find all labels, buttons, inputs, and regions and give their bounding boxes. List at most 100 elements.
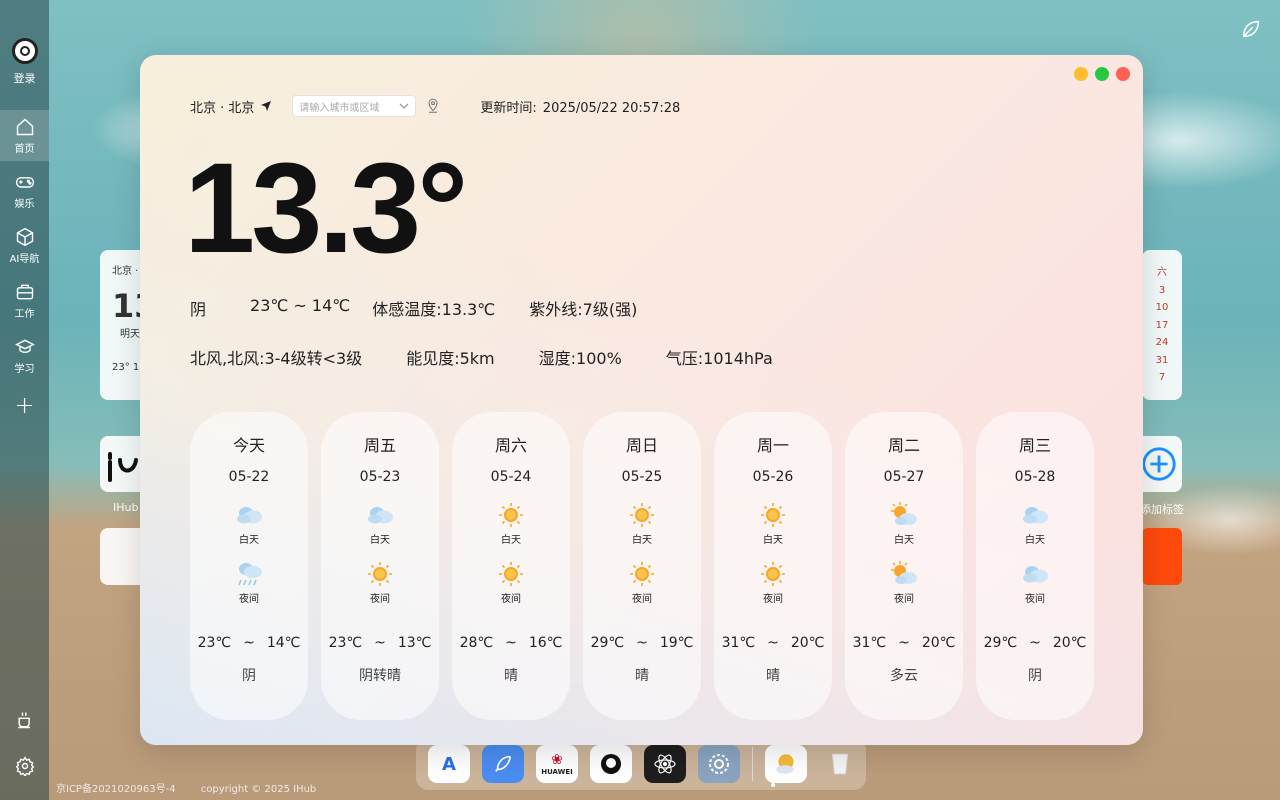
coffee-icon[interactable]: [15, 710, 35, 730]
forecast-card[interactable]: 周一 05-26 白天 夜间 31℃ ~20℃ 晴: [714, 412, 832, 720]
feather-icon: [495, 755, 512, 772]
forecast-low: 14℃: [266, 635, 301, 651]
graduation-cap-icon: [14, 339, 35, 353]
sun-icon: [364, 560, 396, 588]
sidebar-item-home[interactable]: 首页: [0, 110, 49, 161]
calendar-day: 7: [1158, 372, 1166, 383]
forecast-date: 05-23: [359, 469, 401, 485]
night-label: 夜间: [1025, 594, 1045, 605]
close-button[interactable]: [1116, 67, 1130, 81]
app-logo[interactable]: [11, 38, 38, 64]
atom-icon: [654, 754, 676, 774]
minimize-button[interactable]: [1074, 67, 1088, 81]
forecast-low: 20℃: [921, 635, 956, 651]
forecast-card[interactable]: 今天 05-22 白天 夜间 23℃ ~14℃ 阴: [190, 412, 308, 720]
forecast-sep: ~: [243, 635, 255, 651]
cup-app-icon[interactable]: [819, 745, 861, 783]
forecast-desc: 晴: [504, 668, 518, 684]
update-time: 更新时间: 2025/05/22 20:57:28: [480, 97, 680, 116]
day-label: 白天: [894, 535, 914, 546]
feels-like: 体感温度:13.3℃: [372, 300, 496, 319]
gear-icon[interactable]: [15, 756, 35, 776]
day-label: 白天: [239, 535, 259, 546]
city-search-placeholder: 请输入城市或区域: [299, 102, 380, 114]
sidebar-item-label: 工作: [14, 309, 35, 320]
forecast-desc: 阴转晴: [359, 668, 401, 684]
forecast-high: 29℃: [983, 635, 1018, 651]
night-label: 夜间: [763, 594, 783, 605]
forecast-range: 23℃ ~14℃: [198, 635, 301, 651]
day-label: 白天: [763, 535, 783, 546]
uv-index: 紫外线:7级(强): [529, 300, 638, 319]
forecast-range: 28℃ ~16℃: [460, 635, 563, 651]
night-label: 夜间: [501, 594, 521, 605]
chevron-down-icon: [399, 103, 409, 109]
navigation-arrow-icon[interactable]: [260, 100, 272, 112]
location-text: 北京 · 北京: [190, 100, 255, 116]
sidebar-item-label: 首页: [14, 144, 35, 155]
calendar-widget[interactable]: 六 3 10 17 24 31 7: [1142, 250, 1182, 400]
sidebar-item-work[interactable]: 工作: [0, 275, 49, 326]
current-location: 北京 · 北京: [190, 97, 272, 116]
login-link[interactable]: 登录: [14, 70, 36, 86]
night-label: 夜间: [894, 594, 914, 605]
icp-link[interactable]: 京ICP备2021020963号-4: [56, 784, 176, 795]
sun-icon: [495, 501, 527, 529]
add-category-button[interactable]: +: [14, 391, 34, 419]
condition: 阴: [190, 300, 207, 319]
home-icon: [16, 118, 33, 136]
sun-icon: [495, 560, 527, 588]
wind: 北风,北风:3-4级转<3级: [190, 349, 363, 368]
forecast-date: 05-27: [883, 469, 925, 485]
city-search-select[interactable]: 请输入城市或区域: [292, 95, 417, 117]
day-label: 白天: [370, 535, 390, 546]
forecast-card[interactable]: 周三 05-28 白天 夜间 29℃ ~20℃ 阴: [976, 412, 1094, 720]
weather-window: 北京 · 北京 请输入城市或区域 更新时间: 2025/05/22 20:57:2…: [140, 55, 1143, 745]
visibility: 能见度:5km: [406, 349, 495, 368]
gear-icon: [709, 754, 729, 774]
forecast-card[interactable]: 周五 05-23 白天 夜间 23℃ ~13℃ 阴转晴: [321, 412, 439, 720]
briefcase-icon: [16, 284, 33, 300]
sidebar-item-study[interactable]: 学习: [0, 330, 49, 381]
forecast-high: 23℃: [197, 635, 232, 651]
info-row-1: 阴 23℃ ~ 14℃ 体感温度:13.3℃ 紫外线:7级(强): [190, 296, 681, 320]
calendar-day: 3: [1158, 284, 1166, 296]
forecast-high: 31℃: [721, 635, 756, 651]
rain-icon: [233, 560, 265, 588]
weather-app-icon[interactable]: [765, 745, 807, 783]
forecast-date: 05-24: [490, 469, 532, 485]
leaf-icon[interactable]: [1240, 18, 1262, 40]
map-pin-icon[interactable]: [426, 98, 440, 114]
day-label: 白天: [501, 535, 521, 546]
settings-app-icon[interactable]: [698, 745, 740, 783]
forecast-high: 28℃: [459, 635, 494, 651]
calendar-header: 六: [1157, 267, 1167, 278]
maximize-button[interactable]: [1095, 67, 1109, 81]
translate-app-icon[interactable]: A: [428, 745, 470, 783]
cube-icon: [16, 227, 33, 247]
forecast-card[interactable]: 周日 05-25 白天 夜间 29℃ ~19℃ 晴: [583, 412, 701, 720]
day-label: 白天: [632, 535, 652, 546]
forecast-desc: 晴: [635, 668, 649, 684]
calendar-day: 31: [1155, 354, 1169, 366]
copyright-text: copyright © 2025 IHub: [200, 784, 317, 795]
github-app-icon[interactable]: [590, 745, 632, 783]
feather-app-icon[interactable]: [482, 745, 524, 783]
forecast-range: 31℃ ~20℃: [853, 635, 956, 651]
forecast-desc: 多云: [890, 668, 918, 684]
day-label: 白天: [1025, 535, 1045, 546]
forecast-card[interactable]: 周六 05-24 白天 夜间 28℃ ~16℃ 晴: [452, 412, 570, 720]
sun-icon: [626, 560, 658, 588]
huawei-app-icon[interactable]: ❀ HUAWEI: [536, 745, 578, 783]
forecast-card[interactable]: 周二 05-27 白天 夜间 31℃ ~20℃ 多云: [845, 412, 963, 720]
sidebar-item-entertainment[interactable]: 娱乐: [0, 165, 49, 216]
forecast-date: 05-22: [228, 469, 270, 485]
sidebar: 登录 首页 娱乐 AI导航 工作 学习 +: [0, 0, 49, 800]
orange-bookmark[interactable]: [1142, 528, 1182, 585]
forecast-sep: ~: [636, 635, 648, 651]
forecast-desc: 晴: [766, 668, 780, 684]
dock-separator: [752, 747, 753, 781]
react-app-icon[interactable]: [644, 745, 686, 783]
current-temperature: 13.3°: [184, 137, 468, 280]
sidebar-item-ai-nav[interactable]: AI导航: [0, 220, 49, 271]
